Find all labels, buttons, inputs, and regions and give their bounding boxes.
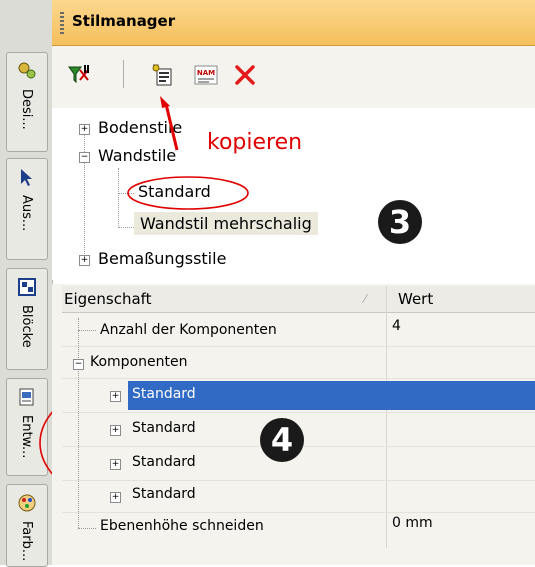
tree-connector <box>78 330 96 331</box>
collapse-toggle[interactable]: − <box>73 359 84 370</box>
annotation-arrow <box>164 103 179 151</box>
component-row-label[interactable]: Standard <box>132 420 196 436</box>
component-row-label[interactable]: Standard <box>132 486 196 502</box>
tree-connector <box>78 528 96 529</box>
column-header-property[interactable]: Eigenschaft <box>64 290 152 308</box>
annotation-copy-label: kopieren <box>207 130 303 155</box>
column-header-value[interactable]: Wert <box>398 290 433 308</box>
property-row-komponenten[interactable]: Komponenten <box>90 354 187 370</box>
expand-toggle[interactable]: + <box>110 492 121 503</box>
expand-toggle[interactable]: + <box>110 391 121 402</box>
property-row-ebenenhoehe-value[interactable]: 0 mm <box>392 515 433 531</box>
row-divider <box>62 412 535 413</box>
property-row-ebenenhoehe-label[interactable]: Ebenenhöhe schneiden <box>100 518 264 534</box>
expand-toggle[interactable]: + <box>110 459 121 470</box>
annotation-ellipse <box>127 176 249 210</box>
tree-connector <box>78 318 79 528</box>
component-row-label[interactable]: Standard <box>132 454 196 470</box>
row-divider <box>62 346 535 347</box>
expand-toggle[interactable]: + <box>110 425 121 436</box>
property-row-anzahl-value[interactable]: 4 <box>392 318 401 334</box>
row-divider <box>62 378 535 379</box>
step-badge-3: 3 <box>378 200 422 244</box>
row-divider <box>62 480 535 481</box>
row-divider <box>62 512 535 513</box>
property-row-anzahl-label[interactable]: Anzahl der Komponenten <box>100 322 277 338</box>
column-separator[interactable] <box>386 286 387 548</box>
annotation-arrowhead <box>160 96 170 108</box>
component-row-label[interactable]: Standard <box>132 386 196 402</box>
sort-indicator-icon[interactable]: ⁄ <box>364 292 366 306</box>
step-badge-4: 4 <box>260 418 304 462</box>
